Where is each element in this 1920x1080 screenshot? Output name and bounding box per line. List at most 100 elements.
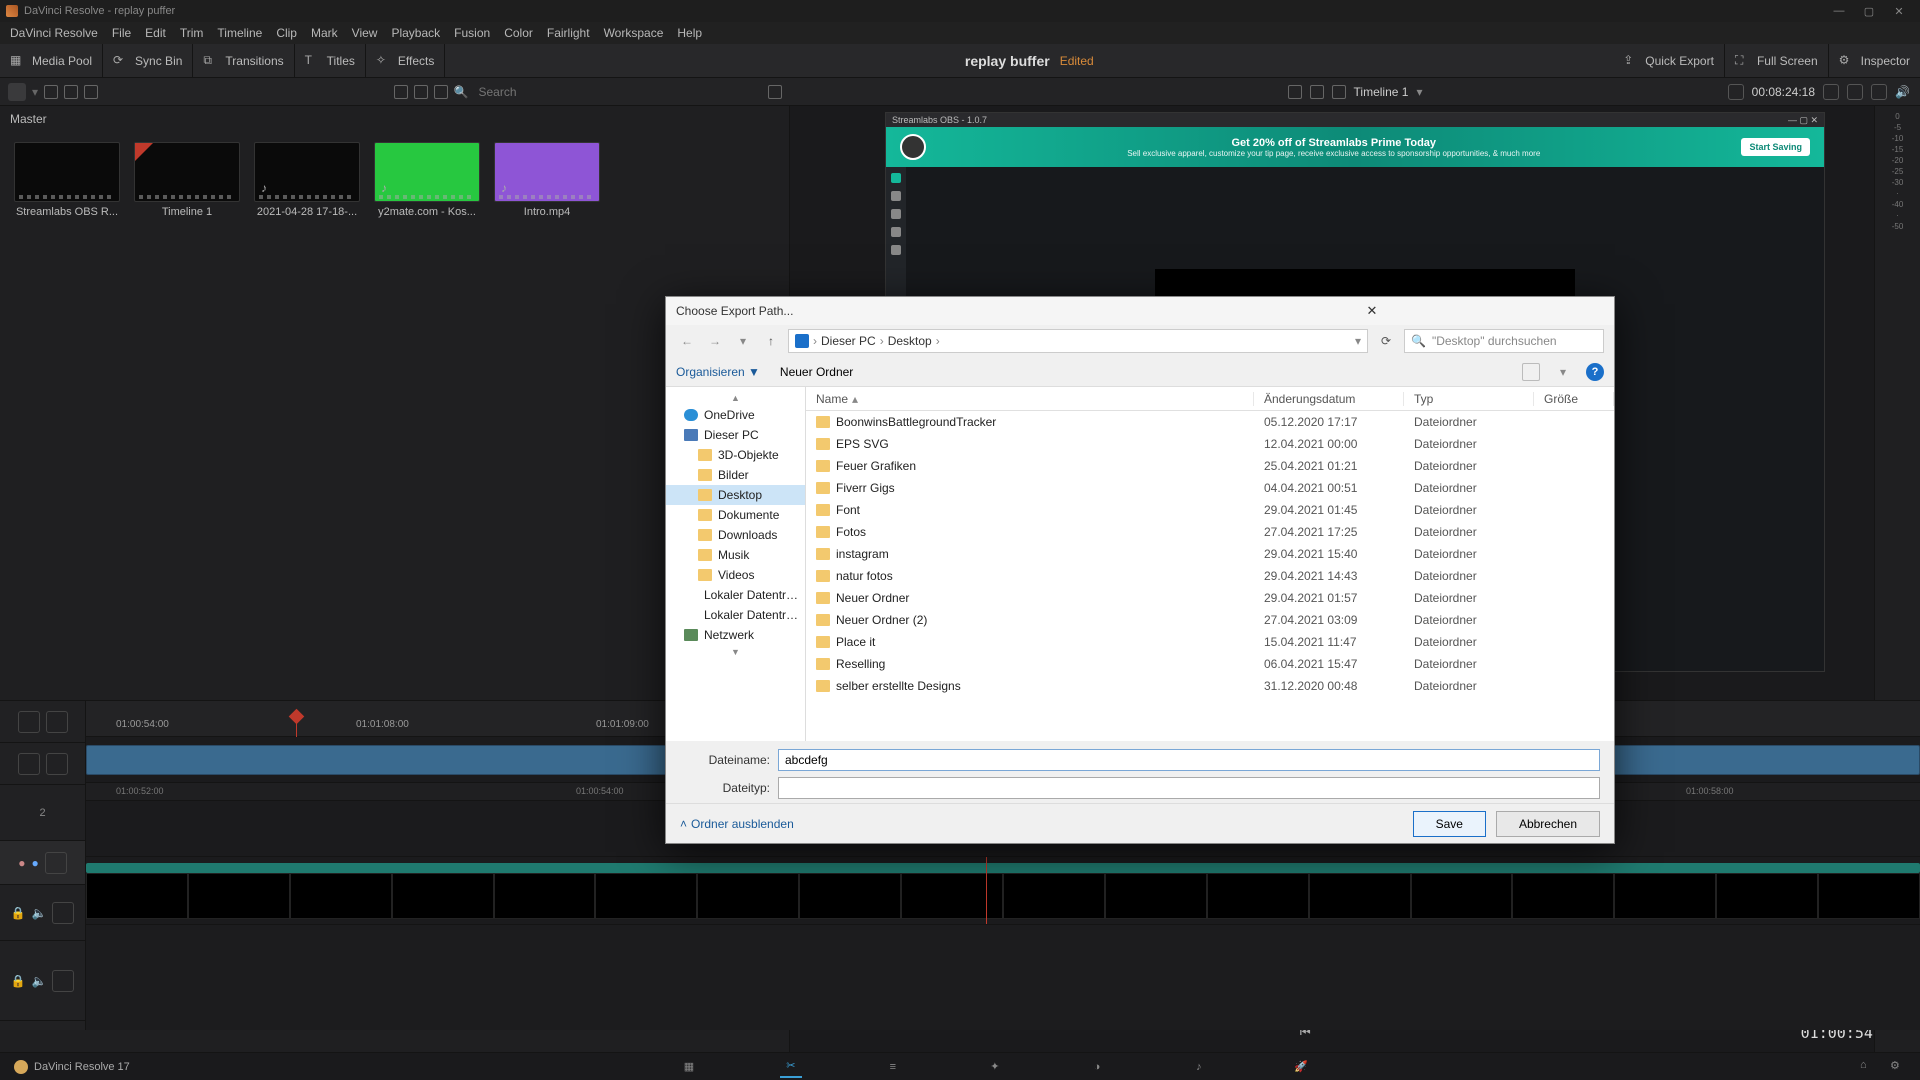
titles-toggle[interactable]: TTitles <box>295 44 366 77</box>
clip-thumbnail[interactable] <box>14 142 120 202</box>
file-list-header[interactable]: Name ▴ Änderungsdatum Typ Größe <box>806 387 1614 411</box>
menu-trim[interactable]: Trim <box>180 26 204 40</box>
tree-node[interactable]: Lokaler Datentr… <box>666 605 805 625</box>
menu-help[interactable]: Help <box>677 26 702 40</box>
a2-lock-icon[interactable]: 🔒 <box>11 906 26 920</box>
timeline-name[interactable]: Timeline 1 <box>1354 85 1409 99</box>
viewer-settings-icon[interactable] <box>1823 84 1839 100</box>
address-bar[interactable]: › Dieser PC › Desktop › ▾ <box>788 329 1368 353</box>
tree-node[interactable]: Dokumente <box>666 505 805 525</box>
cancel-button[interactable]: Abbrechen <box>1496 811 1600 837</box>
sync-bin-toggle[interactable]: ⟳Sync Bin <box>103 44 193 77</box>
trim-tool[interactable] <box>46 753 68 775</box>
page-media[interactable]: ▦ <box>678 1056 700 1078</box>
a1-track-icon[interactable] <box>52 970 74 992</box>
view-mode-chevron-icon[interactable]: ▾ <box>1560 365 1566 379</box>
a1-lock-icon[interactable]: 🔒 <box>11 974 26 988</box>
file-row[interactable]: Font29.04.2021 01:45Dateiordner <box>806 499 1614 521</box>
new-folder-button[interactable]: Neuer Ordner <box>780 365 853 379</box>
media-clip[interactable]: Streamlabs OBS R... <box>14 142 120 218</box>
a2-mute-icon[interactable]: 🔈 <box>32 906 47 920</box>
nav-back-button[interactable]: ← <box>676 334 698 348</box>
track-v1[interactable] <box>86 857 1920 925</box>
page-fusion[interactable]: ✦ <box>984 1056 1006 1078</box>
effects-toggle[interactable]: ✧Effects <box>366 44 445 77</box>
a1-mute-icon[interactable]: 🔈 <box>32 974 47 988</box>
import-folder-icon[interactable] <box>64 85 78 99</box>
media-clip[interactable]: ♪Intro.mp4 <box>494 142 600 218</box>
clip-thumbnail[interactable]: ♪ <box>494 142 600 202</box>
tree-scroll-down[interactable]: ▼ <box>666 645 805 659</box>
nav-recent-dropdown[interactable]: ▾ <box>732 334 754 348</box>
import-media-icon[interactable] <box>44 85 58 99</box>
file-row[interactable]: Fotos27.04.2021 17:25Dateiordner <box>806 521 1614 543</box>
page-edit[interactable]: ≡ <box>882 1056 904 1078</box>
strip-view-icon[interactable] <box>414 85 428 99</box>
file-row[interactable]: instagram29.04.2021 15:40Dateiordner <box>806 543 1614 565</box>
settings-icon[interactable]: ⚙ <box>1890 1059 1906 1075</box>
page-color[interactable]: ◑ <box>1086 1056 1108 1078</box>
full-screen-button[interactable]: ⛶Full Screen <box>1725 44 1829 77</box>
dialog-search-input[interactable]: 🔍 "Desktop" durchsuchen <box>1404 329 1604 353</box>
media-clip[interactable]: Timeline 1 <box>134 142 240 218</box>
menu-fairlight[interactable]: Fairlight <box>547 26 590 40</box>
file-row[interactable]: Fiverr Gigs04.04.2021 00:51Dateiordner <box>806 477 1614 499</box>
tree-node[interactable]: OneDrive <box>666 405 805 425</box>
clip-v1-strip[interactable] <box>86 863 1920 873</box>
menu-clip[interactable]: Clip <box>276 26 297 40</box>
boring-detector-icon[interactable] <box>18 711 40 733</box>
viewer-bypass-icon[interactable] <box>1847 84 1863 100</box>
split-clip-icon[interactable] <box>46 711 68 733</box>
tree-node[interactable]: Downloads <box>666 525 805 545</box>
file-row[interactable]: Neuer Ordner (2)27.04.2021 03:09Dateiord… <box>806 609 1614 631</box>
menu-playback[interactable]: Playback <box>391 26 440 40</box>
sort-icon[interactable] <box>768 85 782 99</box>
tree-node[interactable]: Desktop <box>666 485 805 505</box>
folder-tree[interactable]: ▲ OneDriveDieser PC3D-ObjekteBilderDeskt… <box>666 387 806 741</box>
menu-fusion[interactable]: Fusion <box>454 26 490 40</box>
maximize-button[interactable]: ▢ <box>1854 5 1884 18</box>
viewer-target-icon[interactable] <box>1871 84 1887 100</box>
undo-icon[interactable] <box>84 85 98 99</box>
filename-input[interactable] <box>778 749 1600 771</box>
v1-track-icon[interactable] <box>45 852 67 874</box>
page-deliver[interactable]: 🚀 <box>1290 1056 1312 1078</box>
hide-folders-toggle[interactable]: ˄ Ordner ausblenden <box>680 817 794 831</box>
file-row[interactable]: natur fotos29.04.2021 14:43Dateiordner <box>806 565 1614 587</box>
media-clip[interactable]: ♪y2mate.com - Kos... <box>374 142 480 218</box>
close-window-button[interactable]: ✕ <box>1884 5 1914 18</box>
clip-v1-thumbs[interactable] <box>86 873 1920 919</box>
tree-node[interactable]: Videos <box>666 565 805 585</box>
clip-thumbnail[interactable]: ♪ <box>374 142 480 202</box>
nav-forward-button[interactable]: → <box>704 334 726 348</box>
menu-mark[interactable]: Mark <box>311 26 338 40</box>
nav-refresh-button[interactable]: ⟳ <box>1374 334 1398 348</box>
list-view-icon[interactable] <box>434 85 448 99</box>
menu-color[interactable]: Color <box>504 26 533 40</box>
home-icon[interactable]: ⌂ <box>1860 1059 1876 1075</box>
tree-node[interactable]: Lokaler Datentr… <box>666 585 805 605</box>
file-row[interactable]: Place it15.04.2021 11:47Dateiordner <box>806 631 1614 653</box>
view-mode-dropdown[interactable] <box>1522 363 1540 381</box>
save-button[interactable]: Save <box>1413 811 1486 837</box>
clip-thumbnail[interactable] <box>134 142 240 202</box>
lower-playhead[interactable] <box>986 857 987 924</box>
viewer-mode-icon[interactable] <box>1310 85 1324 99</box>
organize-dropdown[interactable]: Organisieren ▼ <box>676 365 760 379</box>
timeline-dropdown-icon[interactable]: ▾ <box>1416 85 1422 99</box>
menu-file[interactable]: File <box>112 26 131 40</box>
tree-node[interactable]: Netzwerk <box>666 625 805 645</box>
search-icon[interactable]: 🔍 <box>454 85 469 99</box>
thumbnail-view-icon[interactable] <box>394 85 408 99</box>
v1-enable-icon[interactable]: ● <box>32 856 39 870</box>
bin-master[interactable]: Master <box>0 106 789 132</box>
tree-node[interactable]: Musik <box>666 545 805 565</box>
page-cut[interactable]: ✂ <box>780 1056 802 1078</box>
arrow-tool[interactable] <box>18 753 40 775</box>
path-desktop[interactable]: Desktop <box>888 334 932 348</box>
inspector-toggle[interactable]: ⚙Inspector <box>1829 44 1920 77</box>
tree-node[interactable]: Bilder <box>666 465 805 485</box>
help-icon[interactable]: ? <box>1586 363 1604 381</box>
bin-list-icon[interactable] <box>8 83 26 101</box>
tools-popout-icon[interactable] <box>1728 84 1744 100</box>
